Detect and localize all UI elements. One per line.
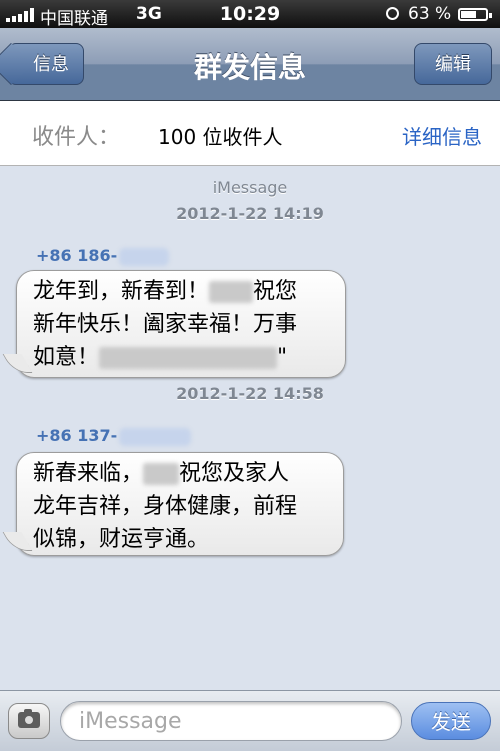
recipients-row: 收件人： 100 位收件人 详细信息	[0, 101, 500, 166]
send-button[interactable]: 发送	[411, 702, 491, 740]
message-input[interactable]	[60, 701, 402, 741]
camera-button[interactable]	[8, 703, 50, 739]
message-timestamp: 2012-1-22 14:58	[176, 384, 324, 403]
camera-icon	[18, 709, 40, 728]
battery-percent: 63 %	[408, 4, 452, 24]
sender-number[interactable]: +86 137-	[36, 426, 192, 446]
navigation-bar: 信息 群发信息 编辑	[0, 28, 500, 101]
message-timestamp: 2012-1-22 14:19	[176, 204, 324, 223]
edit-button[interactable]: 编辑	[414, 43, 492, 85]
compose-bar: 发送	[0, 690, 500, 751]
message-bubble[interactable]: 新春来临， 祝您及家人 龙年吉祥，身体健康，前程 似锦，财运亨通。	[16, 452, 344, 556]
redacted-text	[209, 281, 254, 303]
status-bar: 中国联通 3G 10:29 63 %	[0, 0, 500, 29]
redacted-number	[119, 427, 192, 446]
sender-number[interactable]: +86 186-	[36, 246, 170, 266]
service-label: iMessage	[212, 178, 288, 197]
details-link[interactable]: 详细信息	[402, 121, 482, 150]
message-thread: iMessage 2012-1-22 14:19 +86 186- 龙年到，新春…	[0, 166, 500, 686]
recipients-count[interactable]: 100 位收件人	[158, 121, 283, 150]
redacted-text	[143, 463, 180, 485]
alarm-icon	[386, 7, 399, 20]
recipients-label: 收件人：	[32, 125, 121, 150]
redacted-number	[119, 247, 170, 266]
redacted-text	[99, 347, 278, 369]
battery-icon	[458, 8, 492, 21]
message-bubble[interactable]: 龙年到，新春到！ 祝您 新年快乐！阖家幸福！万事 如意！ "	[16, 270, 346, 378]
